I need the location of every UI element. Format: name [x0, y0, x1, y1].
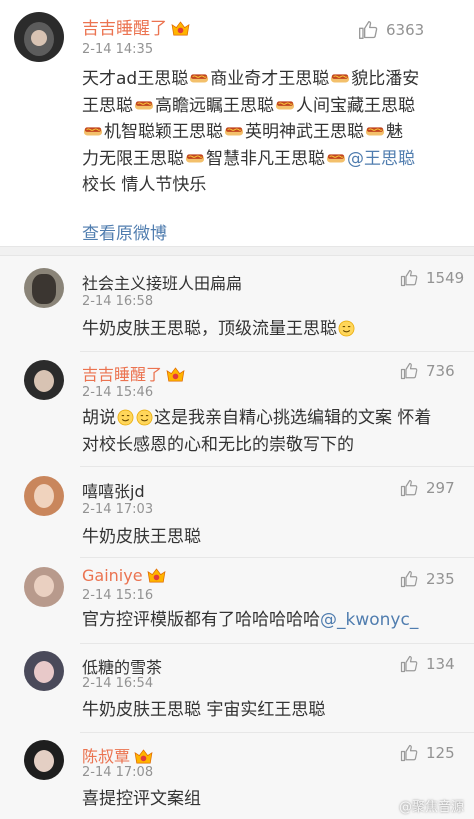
- like-count: 6363: [386, 21, 425, 39]
- timestamp: 2-14 16:54: [82, 676, 154, 691]
- like-button[interactable]: 134: [400, 655, 455, 673]
- avatar[interactable]: [24, 651, 64, 691]
- username[interactable]: 吉吉睡醒了: [82, 14, 190, 39]
- like-count: 125: [426, 744, 455, 762]
- hotdog-emoji-icon: [189, 71, 209, 85]
- divider: [80, 557, 474, 558]
- mention-link[interactable]: @王思聪: [347, 149, 415, 169]
- comment-body: 天才ad王思聪 商业奇才王思聪 貌比潘安 王思聪 高瞻远瞩王思聪 人间宝藏王思聪 机智聪…: [82, 69, 420, 195]
- avatar[interactable]: [24, 476, 64, 516]
- like-button[interactable]: 736: [400, 362, 455, 380]
- like-count: 235: [426, 570, 455, 588]
- hotdog-emoji-icon: [326, 151, 346, 165]
- like-count: 134: [426, 655, 455, 673]
- smile-emoji-icon: [136, 409, 153, 426]
- like-button[interactable]: 6363: [358, 20, 424, 40]
- section-divider: [0, 246, 474, 256]
- timestamp: 2-14 14:35: [82, 42, 154, 57]
- vip-crown-icon: [134, 749, 153, 764]
- hotdog-emoji-icon: [83, 124, 103, 138]
- username[interactable]: 嘻嘻张jd: [82, 478, 145, 502]
- like-button[interactable]: 235: [400, 570, 455, 588]
- like-count: 297: [426, 479, 455, 497]
- thumbs-up-icon: [400, 655, 418, 673]
- divider: [80, 643, 474, 644]
- like-count: 736: [426, 362, 455, 380]
- smile-emoji-icon: [338, 320, 355, 337]
- username[interactable]: 陈叔覃: [82, 743, 153, 767]
- divider: [80, 351, 474, 352]
- thumbs-up-icon: [400, 362, 418, 380]
- username[interactable]: 吉吉睡醒了: [82, 361, 185, 385]
- reply-text: 喜提控评文案组: [82, 789, 201, 809]
- timestamp: 2-14 17:08: [82, 765, 154, 780]
- thumbs-up-icon: [400, 269, 418, 287]
- divider: [80, 732, 474, 733]
- watermark: @聚焦音源: [398, 800, 464, 815]
- username[interactable]: 社会主义接班人田扁扁: [82, 270, 242, 294]
- reply-text: 牛奶皮肤王思聪 宇宙实红王思聪: [82, 700, 326, 720]
- username[interactable]: 低糖的雪茶: [82, 654, 162, 678]
- vip-crown-icon: [166, 367, 185, 382]
- hotdog-emoji-icon: [185, 151, 205, 165]
- hotdog-emoji-icon: [275, 98, 295, 112]
- avatar[interactable]: [24, 740, 64, 780]
- hotdog-emoji-icon: [330, 71, 350, 85]
- hotdog-emoji-icon: [134, 98, 154, 112]
- thumbs-up-icon: [358, 20, 378, 40]
- reply-text: 官方控评模版都有了哈哈哈哈哈@_kwonyc_: [82, 610, 419, 630]
- avatar[interactable]: [24, 567, 64, 607]
- avatar[interactable]: [24, 268, 64, 308]
- timestamp: 2-14 16:58: [82, 294, 154, 309]
- reply-text: 胡说 这是我亲自精心挑选编辑的文案 怀着 对校长感恩的心和无比的崇敬写下的: [82, 408, 432, 455]
- thumbs-up-icon: [400, 570, 418, 588]
- thumbs-up-icon: [400, 744, 418, 762]
- avatar[interactable]: [14, 12, 64, 62]
- like-count: 1549: [426, 269, 465, 287]
- view-original-link[interactable]: 查看原微博: [82, 219, 167, 244]
- mention-link[interactable]: @_kwonyc_: [320, 610, 418, 630]
- vip-crown-icon: [147, 568, 166, 583]
- vip-crown-icon: [171, 21, 190, 36]
- hotdog-emoji-icon: [224, 124, 244, 138]
- reply-text: 牛奶皮肤王思聪: [82, 527, 201, 547]
- like-button[interactable]: 125: [400, 744, 455, 762]
- thumbs-up-icon: [400, 479, 418, 497]
- avatar[interactable]: [24, 360, 64, 400]
- timestamp: 2-14 15:16: [82, 588, 154, 603]
- divider: [80, 466, 474, 467]
- like-button[interactable]: 1549: [400, 269, 464, 287]
- like-button[interactable]: 297: [400, 479, 455, 497]
- timestamp: 2-14 15:46: [82, 385, 154, 400]
- hotdog-emoji-icon: [365, 124, 385, 138]
- timestamp: 2-14 17:03: [82, 502, 154, 517]
- username[interactable]: Gainiye: [82, 566, 166, 585]
- smile-emoji-icon: [117, 409, 134, 426]
- reply-text: 牛奶皮肤王思聪，顶级流量王思聪: [82, 316, 356, 343]
